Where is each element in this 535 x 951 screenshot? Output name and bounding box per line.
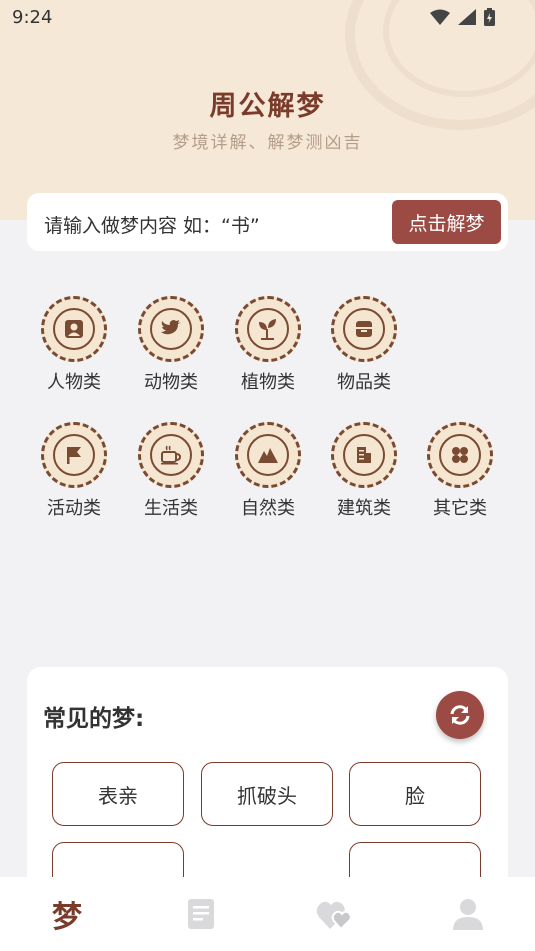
dream-tag[interactable]: 表亲 bbox=[52, 762, 184, 826]
person-icon bbox=[65, 320, 83, 338]
category-ring bbox=[235, 422, 301, 488]
category-life[interactable]: 生活类 bbox=[131, 422, 211, 520]
category-label: 建筑类 bbox=[337, 498, 391, 519]
header: 9:24 周公解梦 梦境详解、解梦测凶吉 bbox=[0, 0, 535, 220]
bottom-tab-bar: 梦 bbox=[0, 877, 535, 951]
search-bar: 请输入做梦内容 如：“书” 点击解梦 bbox=[27, 193, 508, 251]
wifi-icon bbox=[430, 9, 450, 25]
category-other[interactable]: 其它类 bbox=[420, 422, 500, 520]
category-ring bbox=[331, 296, 397, 362]
category-nature[interactable]: 自然类 bbox=[228, 422, 308, 520]
hearts-icon bbox=[316, 901, 352, 931]
refresh-icon bbox=[450, 705, 470, 725]
refresh-button[interactable] bbox=[436, 691, 484, 739]
category-item[interactable]: 物品类 bbox=[324, 296, 404, 394]
category-ring bbox=[427, 422, 493, 488]
category-building[interactable]: 建筑类 bbox=[324, 422, 404, 520]
category-label: 人物类 bbox=[47, 372, 101, 393]
mountain-icon bbox=[258, 448, 278, 463]
category-plant[interactable]: 植物类 bbox=[228, 296, 308, 394]
clover-icon bbox=[452, 447, 468, 463]
bird-icon bbox=[161, 320, 181, 335]
tab-dream[interactable]: 梦 bbox=[42, 891, 92, 937]
category-ring bbox=[235, 296, 301, 362]
tab-book[interactable] bbox=[176, 891, 226, 937]
category-ring bbox=[41, 422, 107, 488]
category-label: 自然类 bbox=[241, 498, 295, 519]
category-label: 植物类 bbox=[241, 372, 295, 393]
category-label: 活动类 bbox=[47, 498, 101, 519]
tab-love[interactable] bbox=[310, 891, 360, 937]
tab-dream-label: 梦 bbox=[52, 900, 82, 935]
box-icon bbox=[356, 321, 372, 337]
category-person[interactable]: 人物类 bbox=[34, 296, 114, 394]
category-label: 生活类 bbox=[144, 498, 198, 519]
book-icon bbox=[188, 899, 214, 929]
common-dreams-heading: 常见的梦: bbox=[43, 706, 145, 732]
app-subtitle: 梦境详解、解梦测凶吉 bbox=[172, 133, 363, 153]
category-animal[interactable]: 动物类 bbox=[131, 296, 211, 394]
category-ring bbox=[138, 296, 204, 362]
profile-icon bbox=[453, 899, 483, 930]
common-dreams-card: 常见的梦: 表亲 抓破头 脸 bbox=[27, 667, 508, 897]
flag-icon bbox=[67, 447, 81, 464]
app-title: 周公解梦 bbox=[209, 91, 326, 122]
sprout-icon bbox=[259, 319, 276, 340]
battery-icon bbox=[484, 8, 495, 26]
category-ring bbox=[41, 296, 107, 362]
category-label: 其它类 bbox=[433, 498, 487, 519]
category-ring bbox=[331, 422, 397, 488]
category-ring bbox=[138, 422, 204, 488]
signal-icon bbox=[458, 9, 476, 25]
dream-tag[interactable]: 抓破头 bbox=[201, 762, 333, 826]
category-label: 物品类 bbox=[337, 372, 391, 393]
category-activity[interactable]: 活动类 bbox=[34, 422, 114, 520]
search-input[interactable]: 请输入做梦内容 如：“书” bbox=[44, 211, 260, 238]
status-icons bbox=[430, 8, 495, 26]
cup-icon bbox=[161, 445, 182, 465]
status-time: 9:24 bbox=[12, 7, 53, 28]
interpret-button[interactable]: 点击解梦 bbox=[392, 200, 501, 244]
dream-tag[interactable]: 脸 bbox=[349, 762, 481, 826]
category-label: 动物类 bbox=[144, 372, 198, 393]
tab-profile[interactable] bbox=[443, 891, 493, 937]
building-icon bbox=[357, 447, 371, 463]
